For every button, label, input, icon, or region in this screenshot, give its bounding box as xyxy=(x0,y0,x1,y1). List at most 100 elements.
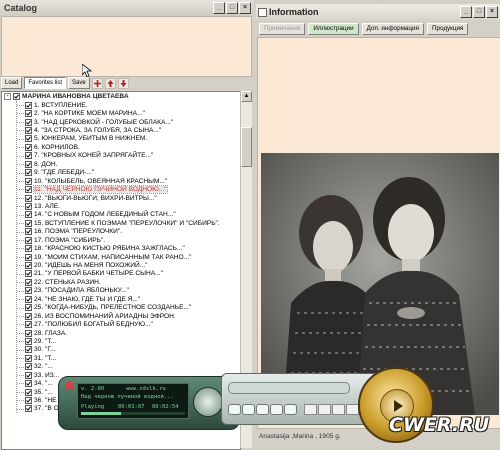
item-checkbox[interactable] xyxy=(25,295,32,303)
list-item[interactable]: 7. "КРОВНЫХ КОНЕЙ ЗАПРЯГАЙТЕ..." xyxy=(17,152,240,160)
move-down-icon[interactable] xyxy=(117,77,129,89)
progress-track[interactable] xyxy=(81,412,185,415)
item-checkbox[interactable] xyxy=(25,270,32,278)
list-item[interactable]: 6. КОРНИЛОВ. xyxy=(17,143,240,151)
close-icon[interactable]: × xyxy=(239,2,251,14)
list-item[interactable]: 1. ВСТУПЛЕНИЕ. xyxy=(17,101,240,109)
item-checkbox[interactable] xyxy=(25,236,32,244)
item-checkbox[interactable] xyxy=(25,312,32,320)
scrollbar-thumb[interactable] xyxy=(241,127,252,167)
list-item[interactable]: 19. "МОИМ СТИХАМ, НАПИСАННЫМ ТАК РАНО...… xyxy=(17,253,240,261)
item-checkbox[interactable] xyxy=(25,337,32,345)
item-checkbox[interactable] xyxy=(25,321,32,329)
item-checkbox[interactable] xyxy=(25,101,32,109)
item-checkbox[interactable] xyxy=(25,262,32,270)
list-item[interactable]: 13. АЛЕ. xyxy=(17,202,240,210)
item-checkbox[interactable] xyxy=(25,194,32,202)
information-titlebar[interactable]: Information _ □ × xyxy=(256,4,500,20)
power-icon[interactable] xyxy=(65,381,74,390)
item-checkbox[interactable] xyxy=(25,118,32,126)
item-checkbox[interactable] xyxy=(25,110,32,118)
tab-notes[interactable]: Примечания xyxy=(259,23,306,35)
item-checkbox[interactable] xyxy=(25,304,32,312)
root-checkbox[interactable] xyxy=(13,93,20,100)
item-checkbox[interactable] xyxy=(25,245,32,253)
maximize-icon[interactable]: □ xyxy=(473,6,485,18)
list-item[interactable]: 23. "ПОСАДИЛА ЯБЛОНЬКУ..." xyxy=(17,287,240,295)
list-item[interactable]: 4. "ЗА СТРОКА, ЗА ГОЛУБЯ, ЗА СЫНА..." xyxy=(17,126,240,135)
minimize-icon[interactable]: _ xyxy=(213,2,225,14)
load-button[interactable]: Load xyxy=(1,77,23,89)
item-checkbox[interactable] xyxy=(25,127,32,135)
list-item[interactable]: 22. СТЕНЬКА РАЗИН. xyxy=(17,278,240,286)
stop-button[interactable] xyxy=(270,404,283,415)
seek-slider[interactable] xyxy=(228,382,350,394)
list-item[interactable]: 27. "ПОЛЮБИЛ БОГАТЫЙ БЕДНУЮ..." xyxy=(17,320,240,329)
item-checkbox[interactable] xyxy=(25,329,32,337)
tab-products[interactable]: Продукция xyxy=(426,23,469,35)
list-item[interactable]: 18. "КРАСНОЮ КИСТЬЮ РЯБИНА ЗАЖГЛАСЬ..." xyxy=(17,244,240,253)
item-checkbox[interactable] xyxy=(25,169,32,177)
toggle-icon[interactable] xyxy=(304,404,317,415)
item-checkbox[interactable] xyxy=(25,354,32,362)
item-checkbox[interactable] xyxy=(25,397,32,405)
item-checkbox[interactable] xyxy=(25,135,32,143)
item-checkbox[interactable] xyxy=(25,143,32,151)
collapse-icon[interactable]: - xyxy=(4,93,11,100)
item-checkbox[interactable] xyxy=(25,363,32,371)
list-item[interactable]: 3. "НАД ЦЕРКОВКОЙ - ГОЛУБЫЕ ОБЛАКА..." xyxy=(17,118,240,126)
list-item[interactable]: 2. "НА КОРТИКЕ МОЕМ МАРИНА..." xyxy=(17,109,240,118)
list-item[interactable]: 11. "НАД ЧЕРНОЮ ПУЧИНОЙ ВОДНОЮ..." xyxy=(17,185,240,195)
tab-illustrations[interactable]: Иллюстрации xyxy=(308,23,359,35)
maximize-icon[interactable]: □ xyxy=(226,2,238,14)
minimize-icon[interactable]: _ xyxy=(460,6,472,18)
item-checkbox[interactable] xyxy=(25,287,32,295)
item-checkbox[interactable] xyxy=(25,152,32,160)
list-item[interactable]: 5. ЮНКЕРАМ, УБИТЫМ В НИЖНЕМ. xyxy=(17,135,240,143)
item-checkbox[interactable] xyxy=(25,177,32,185)
list-item[interactable]: 8. ДОН. xyxy=(17,160,240,168)
toggle-icon[interactable] xyxy=(318,404,331,415)
play-button[interactable] xyxy=(242,404,255,415)
list-item[interactable]: 24. "НЕ ЗНАЮ, ГДЕ ТЫ И ГДЕ Я..." xyxy=(17,295,240,303)
list-item[interactable]: 21. "У ПЕРВОЙ БАБКИ ЧЕТЫРЕ СЫНА..." xyxy=(17,270,240,278)
move-up-icon[interactable] xyxy=(104,77,116,89)
item-checkbox[interactable] xyxy=(25,405,32,413)
catalog-titlebar[interactable]: Catalog _ □ × xyxy=(0,0,253,16)
item-checkbox[interactable] xyxy=(25,211,32,219)
item-checkbox[interactable] xyxy=(25,186,32,194)
item-checkbox[interactable] xyxy=(25,228,32,236)
save-button[interactable]: Save xyxy=(68,77,90,89)
list-item[interactable]: 16. ПОЭМА "ПЕРЕУЛОЧКИ". xyxy=(17,228,240,236)
prev-button[interactable] xyxy=(228,404,241,415)
favorites-list-button[interactable]: Favorites list xyxy=(24,77,67,89)
tree-root[interactable]: - МАРИНА ИВАНОВНА ЦВЕТАЕВА xyxy=(2,92,240,101)
list-item[interactable]: 26. ИЗ ВОСПОМИНАНИЙ АРИАДНЫ ЭФРОН. xyxy=(17,312,240,320)
player-body[interactable]: v. 2.00 www.zdslk.ru Над черною пучиной … xyxy=(58,376,240,430)
list-item[interactable]: 15. ВСТУПЛЕНИЕ К ПОЭМАМ "ПЕРЕУЛОЧКИ" И "… xyxy=(17,219,240,227)
item-checkbox[interactable] xyxy=(25,160,32,168)
item-checkbox[interactable] xyxy=(25,371,32,379)
item-checkbox[interactable] xyxy=(25,219,32,227)
list-item[interactable]: 9. "ГДЕ ЛЕБЕДИ-..." xyxy=(17,169,240,177)
list-item[interactable]: 10. "КОЛЫБЕЛЬ, ОВЕЯННАЯ КРАСНЫМ..." xyxy=(17,177,240,185)
toggle-icon[interactable] xyxy=(332,404,345,415)
list-item[interactable]: 14. "С НОВЫМ ГОДОМ ЛЕБЕДИНЫЙ СТАН..." xyxy=(17,211,240,219)
item-checkbox[interactable] xyxy=(25,346,32,354)
item-checkbox[interactable] xyxy=(25,278,32,286)
item-checkbox[interactable] xyxy=(25,388,32,396)
list-item[interactable]: 31. "Т... xyxy=(17,354,240,362)
pause-button[interactable] xyxy=(256,404,269,415)
list-item[interactable]: 17. ПОЭМА "СИБИРЬ". xyxy=(17,236,240,244)
item-checkbox[interactable] xyxy=(25,380,32,388)
list-item[interactable]: 30. "Г... xyxy=(17,346,240,354)
item-checkbox[interactable] xyxy=(25,202,32,210)
list-item[interactable]: 28. ГЛАЗА. xyxy=(17,329,240,337)
add-favorite-icon[interactable] xyxy=(91,77,103,89)
close-icon[interactable]: × xyxy=(486,6,498,18)
list-item[interactable]: 20. "ИДЕШЬ НА МЕНЯ ПОХОЖИЙ..." xyxy=(17,261,240,270)
scroll-up-icon[interactable]: ▲ xyxy=(241,91,252,102)
tab-extra-info[interactable]: Доп. информация xyxy=(361,23,424,35)
item-checkbox[interactable] xyxy=(25,253,32,261)
list-item[interactable]: 12. "ВЬЮГИ-ВЬЮГИ, ВИХРИ-ВИТРЫ..." xyxy=(17,194,240,202)
